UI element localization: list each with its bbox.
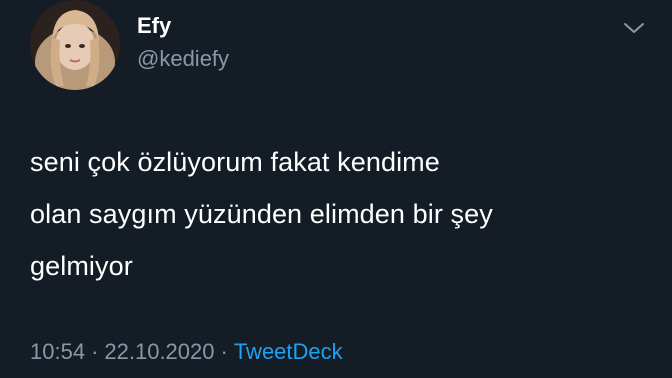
meta-separator: · xyxy=(91,339,99,364)
chevron-down-icon[interactable] xyxy=(622,18,646,38)
avatar-image xyxy=(30,0,120,90)
meta-separator: · xyxy=(220,339,228,364)
user-handle[interactable]: @kediefy xyxy=(137,47,229,71)
tweet-text-line: seni çok özlüyorum fakat kendime xyxy=(30,147,440,177)
tweet-source-link[interactable]: TweetDeck xyxy=(234,339,343,364)
tweet-date[interactable]: 22.10.2020 xyxy=(104,339,214,364)
tweet-card: Efy @kediefy seni çok özlüyorum fakat ke… xyxy=(0,0,672,378)
tweet-time[interactable]: 10:54 xyxy=(30,339,85,364)
tweet-text-line: gelmiyor xyxy=(30,251,133,281)
tweet-text-line: olan saygım yüzünden elimden bir şey xyxy=(30,199,493,229)
avatar[interactable] xyxy=(30,0,120,90)
tweet-text: seni çok özlüyorum fakat kendime olan sa… xyxy=(30,136,650,292)
tweet-meta: 10:54 · 22.10.2020 · TweetDeck xyxy=(30,339,343,365)
display-name[interactable]: Efy xyxy=(137,14,171,38)
